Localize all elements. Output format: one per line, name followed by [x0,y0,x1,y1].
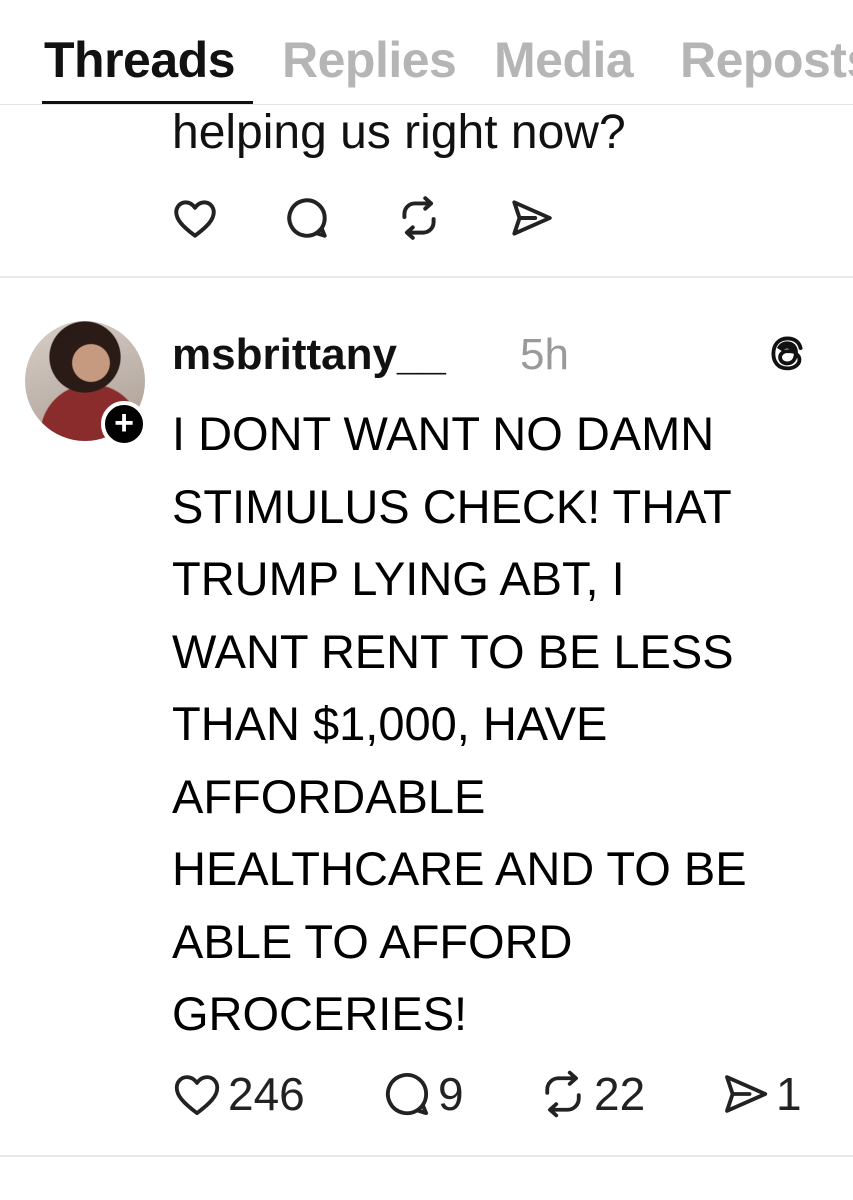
comment-icon [385,1073,429,1116]
tab-replies[interactable]: Replies [282,30,457,90]
repost-count: 22 [594,1068,646,1120]
repost-icon [545,1070,581,1118]
like-button[interactable] [170,193,220,243]
share-icon [725,1075,768,1113]
like-count: 246 [228,1068,305,1120]
tab-reposts[interactable]: Reposts [680,30,853,90]
previous-post-text: helping us right now? [172,106,626,159]
post-divider [0,1155,853,1157]
threads-logo-icon [764,331,810,377]
share-icon [512,200,552,236]
post-divider [0,276,853,278]
comment-button[interactable]: 9 [380,1066,464,1122]
repost-button[interactable] [394,193,444,243]
post-username[interactable]: msbrittany__ [172,328,446,382]
share-button[interactable] [506,193,556,243]
share-count: 1 [776,1068,802,1120]
profile-tabs: Threads Replies Media Reposts [0,0,853,106]
comment-count: 9 [438,1068,464,1120]
comment-icon [287,198,327,238]
tab-media[interactable]: Media [494,30,634,90]
like-button[interactable]: 246 [170,1066,305,1122]
repost-icon [402,196,436,240]
post-body: I DONT WANT NO DAMN STIMULUS CHECK! THAT… [172,407,747,1040]
repost-button[interactable]: 22 [536,1066,645,1122]
tab-threads[interactable]: Threads [44,30,236,90]
post-timestamp: 5h [520,330,569,379]
share-button[interactable]: 1 [718,1066,802,1122]
follow-button[interactable]: + [101,401,147,447]
heart-icon [174,1075,220,1116]
comment-button[interactable] [282,193,332,243]
heart-icon [174,200,216,238]
